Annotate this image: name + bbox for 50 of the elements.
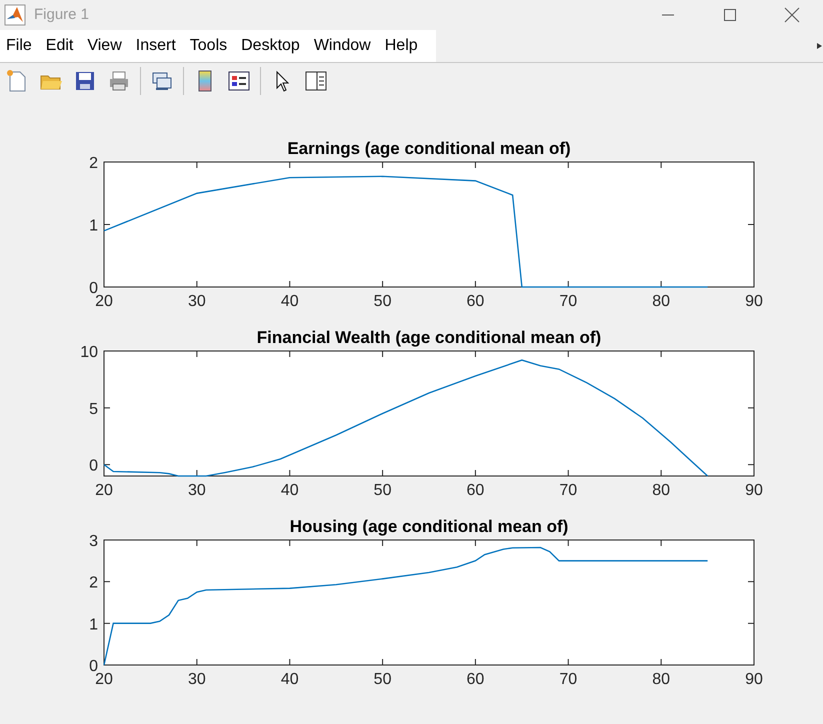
chart-title: Earnings (age conditional mean of)	[287, 139, 571, 158]
x-tick-label: 50	[374, 482, 392, 499]
x-tick-label: 20	[95, 671, 113, 688]
y-tick-label: 10	[80, 344, 98, 361]
chart-title: Housing (age conditional mean of)	[290, 517, 568, 536]
y-tick-label: 5	[89, 400, 98, 418]
x-tick-label: 60	[466, 482, 484, 499]
menu-item[interactable]: Tools	[186, 34, 232, 58]
y-tick-label: 1	[89, 616, 98, 634]
x-tick-label: 70	[559, 293, 578, 310]
x-tick-label: 90	[745, 671, 763, 688]
x-tick-label: 30	[188, 671, 206, 688]
x-tick-label: 40	[280, 482, 299, 499]
menu-item[interactable]: Insert	[132, 34, 180, 58]
y-tick-label: 2	[89, 155, 98, 172]
menu-item[interactable]: Desktop	[237, 34, 304, 58]
window-title: Figure 1	[34, 4, 90, 25]
y-tick-label: 0	[89, 658, 98, 675]
x-tick-label: 90	[745, 482, 763, 499]
y-tick-label: 0	[89, 458, 98, 475]
menu-item[interactable]: View	[83, 34, 126, 58]
x-tick-label: 60	[466, 671, 484, 688]
maximize-icon[interactable]	[723, 8, 737, 22]
menu-item[interactable]: Edit	[42, 34, 78, 58]
y-tick-label: 0	[89, 280, 98, 297]
x-tick-label: 50	[374, 671, 392, 688]
x-tick-label: 90	[745, 293, 763, 310]
x-tick-label: 20	[95, 482, 113, 499]
x-tick-label: 60	[466, 293, 484, 310]
menu-item[interactable]: Window	[310, 34, 375, 58]
x-tick-label: 40	[280, 293, 299, 310]
x-tick-label: 50	[374, 293, 392, 310]
x-tick-label: 30	[188, 293, 206, 310]
x-tick-label: 80	[652, 671, 670, 688]
x-tick-label: 30	[188, 482, 206, 499]
y-tick-label: 2	[89, 574, 98, 592]
y-tick-label: 1	[89, 218, 98, 234]
menu-item[interactable]: File	[2, 34, 36, 58]
dock-icon[interactable]	[817, 41, 823, 51]
x-tick-label: 80	[652, 293, 670, 310]
menu-item[interactable]: Help	[380, 34, 422, 58]
x-tick-label: 20	[95, 293, 113, 310]
close-icon[interactable]	[784, 7, 800, 23]
x-tick-label: 70	[559, 482, 578, 499]
chart-title: Financial Wealth (age conditional mean of)	[256, 328, 602, 347]
app-logo-icon	[4, 4, 26, 26]
x-tick-label: 40	[280, 671, 299, 688]
y-tick-label: 3	[89, 533, 98, 550]
x-tick-label: 70	[559, 671, 578, 688]
x-tick-label: 80	[652, 482, 670, 499]
